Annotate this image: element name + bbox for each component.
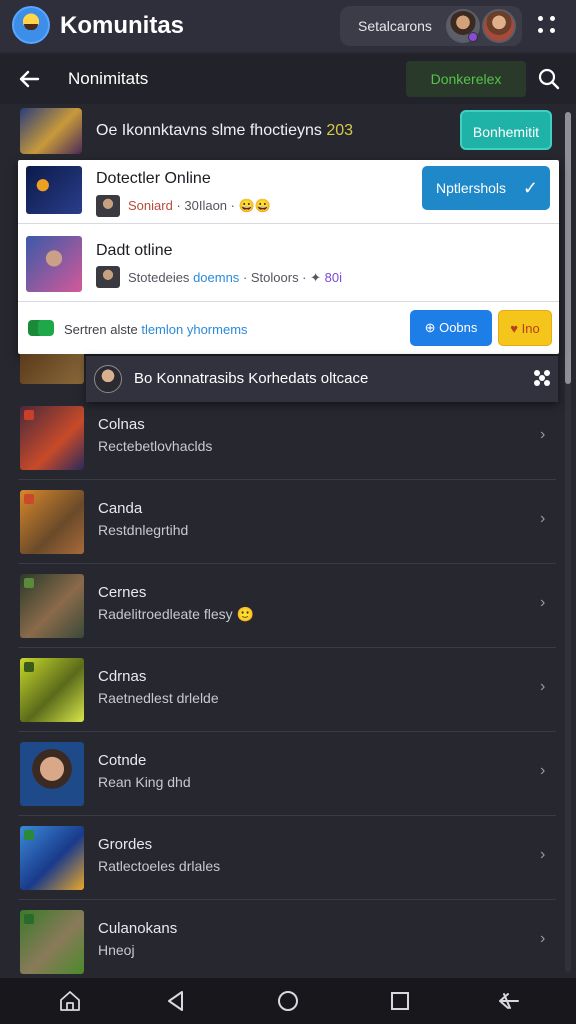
popup-item-subtitle: Stotedeies doemns · Stoloors · ✦ 80i [128, 270, 343, 285]
page-title: Nonimitats [68, 69, 149, 88]
popup-item[interactable]: Dotectler Online Soniard · 30Ilaon · 😀😀 … [18, 160, 559, 224]
list-item-title: Cotnde [98, 752, 147, 769]
app-title: Komunitas [60, 12, 185, 39]
popup-thumbnail [26, 236, 82, 292]
list-item-subtitle: Raetnedlest drlelde [98, 690, 219, 706]
check-icon: ✓ [522, 178, 538, 198]
list-thumbnail [20, 910, 84, 974]
list-item-title: Grordes [98, 836, 153, 853]
popup-item-subtitle: Soniard · 30Ilaon · 😀😀 [128, 198, 271, 213]
list-item-subtitle: Ratlectoeles drlales [98, 858, 221, 874]
list-thumbnail [20, 490, 84, 554]
notification-action-button[interactable]: Bonhemitit [460, 110, 552, 150]
app-bar: Komunitas Setalcarons [0, 0, 576, 52]
triangle-back-icon[interactable] [164, 989, 188, 1013]
chat-bubbles-icon [28, 320, 58, 338]
list-item[interactable]: Canda Restdnlegrtihd › [18, 480, 556, 564]
sparkle-icon: ✦ [310, 270, 322, 285]
popup-item-name: Dadt otline [96, 242, 173, 259]
account-switcher[interactable]: Setalcarons [340, 6, 522, 46]
list-item[interactable]: Colnas Rectebetlovhaclds › [18, 396, 556, 480]
popup-thumbnail [26, 166, 82, 214]
emoji-icon: 🙂 [236, 606, 254, 622]
scrollbar-thumb[interactable] [565, 112, 571, 384]
list-item-subtitle: Hneoj [98, 942, 135, 958]
notification-text: Oe Ikonnktavns slme fhoctieyns 203 [96, 122, 354, 139]
list-item[interactable]: Cotnde Rean King dhd › [18, 732, 556, 816]
popup-item-name: Dotectler Online [96, 170, 211, 187]
popup-footer-text: Sertren alste tlemlon yhormems [64, 322, 248, 337]
list-item-title: Canda [98, 500, 143, 517]
list-thumbnail [20, 354, 84, 384]
square-recents-icon[interactable] [388, 989, 412, 1013]
list-thumbnail [20, 406, 84, 470]
list-item[interactable]: Cernes Radelitroedleate flesy 🙂 › [18, 564, 556, 648]
chevron-right-icon: › [540, 930, 546, 947]
favorite-button[interactable]: ♥ Ino [498, 310, 552, 346]
notify-button[interactable]: Nptlershols ✓ [422, 166, 550, 210]
chevron-right-icon: › [540, 426, 546, 443]
popup-card: Dotectler Online Soniard · 30Ilaon · 😀😀 … [18, 160, 559, 354]
list-thumbnail [20, 658, 84, 722]
avatar [96, 195, 120, 217]
list-item[interactable]: Culanokans Hneoj › [18, 900, 556, 984]
list-item-subtitle: Rean King dhd [98, 774, 191, 790]
app-logo-icon [12, 6, 50, 44]
emoji-icon: 😀😀 [238, 198, 271, 213]
list-item-subtitle: Restdnlegrtihd [98, 522, 189, 538]
chevron-right-icon: › [540, 594, 546, 611]
more-icon[interactable] [534, 370, 550, 386]
status-badge [468, 32, 478, 42]
home-icon[interactable] [58, 989, 82, 1013]
search-icon[interactable] [536, 66, 562, 92]
notification-row: Oe Ikonnktavns slme fhoctieyns 203 Bonhe… [18, 106, 558, 156]
popup-footer: Sertren alste tlemlon yhormems ⊕ Oobns ♥… [18, 302, 559, 354]
chevron-right-icon: › [540, 762, 546, 779]
list-thumbnail [20, 826, 84, 890]
chevron-right-icon: › [540, 678, 546, 695]
list-item-title: Cdrnas [98, 668, 147, 685]
avatar [94, 365, 122, 393]
list-thumbnail [20, 574, 84, 638]
circle-home-icon[interactable] [276, 989, 300, 1013]
chevron-right-icon: › [540, 846, 546, 863]
system-nav-bar [0, 978, 576, 1024]
notification-count: 203 [326, 122, 354, 139]
avatar-secondary[interactable] [482, 9, 516, 43]
list-item-subtitle: Radelitroedleate flesy 🙂 [98, 606, 254, 622]
avatar [96, 266, 120, 288]
swipe-back-icon[interactable] [496, 989, 520, 1013]
toolbar-action-button[interactable]: Donkerelex [406, 61, 526, 97]
notification-thumbnail [20, 108, 82, 154]
banner-text: Bo Konnatrasibs Korhedats oltcace [134, 370, 369, 387]
popup-item[interactable]: Dadt otline Stotedeies doemns · Stoloors… [18, 224, 559, 302]
list-item[interactable]: Grordes Ratlectoeles drlales › [18, 816, 556, 900]
arrow-left-icon[interactable] [14, 64, 44, 94]
list-item[interactable]: Cdrnas Raetnedlest drlelde › [18, 648, 556, 732]
list-item-title: Culanokans [98, 920, 178, 937]
list-item-subtitle: Rectebetlovhaclds [98, 438, 213, 454]
list-item-title: Cernes [98, 584, 147, 601]
list-thumbnail [20, 742, 84, 806]
list-item-title: Colnas [98, 416, 145, 433]
open-button[interactable]: ⊕ Oobns [410, 310, 492, 346]
grid-menu-icon[interactable] [538, 16, 558, 36]
toolbar: Nonimitats Donkerelex [0, 54, 576, 104]
chevron-right-icon: › [540, 510, 546, 527]
account-name: Setalcarons [358, 18, 432, 34]
